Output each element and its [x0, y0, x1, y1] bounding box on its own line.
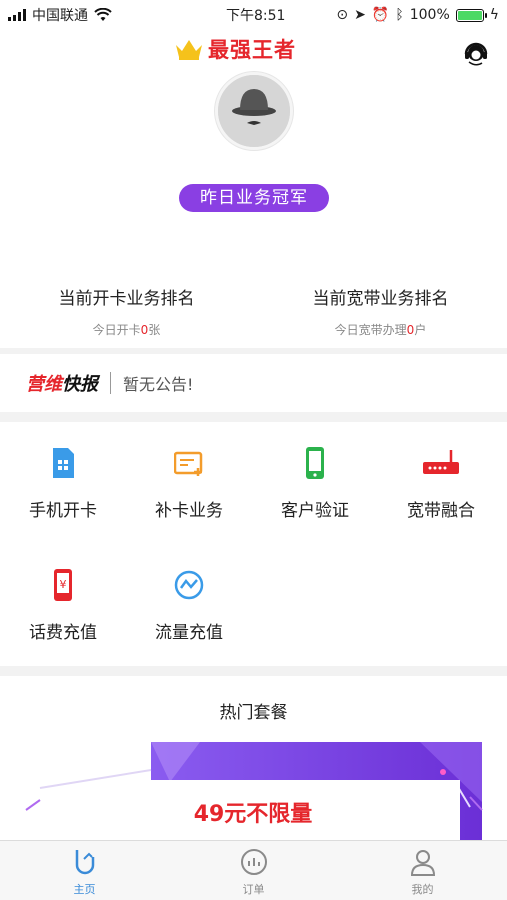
banner-price: 49元不限量	[193, 802, 313, 827]
hot-packages-section: 热门套餐 49元不限量	[0, 676, 507, 840]
service-grid: 手机开卡 补卡业务 客户验证 宽带融合 ¥ 话费充值 流量充值	[0, 422, 507, 666]
battery-percent: 100%	[409, 7, 450, 23]
wifi-icon	[94, 8, 112, 21]
section-title: 热门套餐	[219, 703, 288, 723]
tab-profile[interactable]: 我的	[338, 841, 507, 900]
phone-yuan-icon: ¥	[54, 569, 72, 601]
news-brand: 营维快报	[26, 374, 98, 395]
service-broadband[interactable]: 宽带融合	[378, 446, 504, 521]
tab-home[interactable]: 主页	[0, 841, 169, 900]
signal-icon	[8, 9, 26, 21]
home-icon	[75, 850, 94, 875]
avatar[interactable]	[215, 72, 293, 150]
brand-title: 最强王者	[174, 34, 296, 64]
divider	[110, 372, 111, 394]
location-icon: ➤	[354, 7, 366, 23]
announcement-bar[interactable]: 营维快报 暂无公告!	[0, 354, 507, 412]
broadband-ranking[interactable]: 当前宽带业务排名 今日宽带办理0户	[254, 284, 507, 338]
order-icon	[240, 849, 267, 875]
announcement-text: 暂无公告!	[123, 375, 194, 394]
service-sim-activation[interactable]: 手机开卡	[0, 446, 126, 521]
card-add-icon	[173, 451, 203, 476]
profile-icon	[410, 850, 435, 876]
carrier-label: 中国联通	[32, 8, 88, 24]
lock-rotation-icon: ⊙	[336, 7, 349, 23]
service-customer-verify[interactable]: 客户验证	[252, 446, 378, 521]
ranking-subtitle: 今日开卡0张	[92, 323, 161, 337]
champion-badge: 昨日业务冠军	[179, 184, 329, 212]
battery-icon	[455, 8, 487, 22]
router-icon	[423, 450, 459, 474]
service-card-replacement[interactable]: 补卡业务	[126, 446, 252, 521]
bowler-hat-icon	[218, 75, 290, 147]
service-data-recharge[interactable]: 流量充值	[126, 568, 252, 643]
bottom-tab-bar: 主页 订单 我的	[0, 840, 507, 900]
tab-orders[interactable]: 订单	[169, 841, 338, 900]
ranking-subtitle: 今日宽带办理0户	[334, 323, 427, 337]
ranking-title: 当前开卡业务排名	[58, 289, 195, 309]
crown-icon	[176, 40, 202, 60]
profile-header: 最强王者 昨日业务冠军 当前开卡业务排名 今日开卡0张 当前宽带业务排名 今日宽…	[0, 30, 507, 348]
phone-verify-icon	[306, 447, 324, 479]
card-ranking[interactable]: 当前开卡业务排名 今日开卡0张	[0, 284, 253, 338]
sim-card-icon	[53, 448, 74, 478]
data-flow-icon	[174, 570, 204, 600]
bluetooth-icon: ᛒ	[395, 7, 404, 23]
customer-service-icon[interactable]	[462, 40, 490, 68]
brand-text: 最强王者	[208, 37, 296, 62]
ranking-title: 当前宽带业务排名	[312, 289, 449, 309]
status-bar: 中国联通 下午8:51 ⊙ ➤ ⏰ ᛒ 100% ϟ	[0, 0, 507, 30]
svg-text:¥: ¥	[60, 578, 67, 591]
clock: 下午8:51	[226, 8, 286, 24]
service-bill-recharge[interactable]: ¥ 话费充值	[0, 568, 126, 643]
charging-icon: ϟ	[489, 7, 499, 23]
alarm-icon: ⏰	[371, 7, 390, 23]
